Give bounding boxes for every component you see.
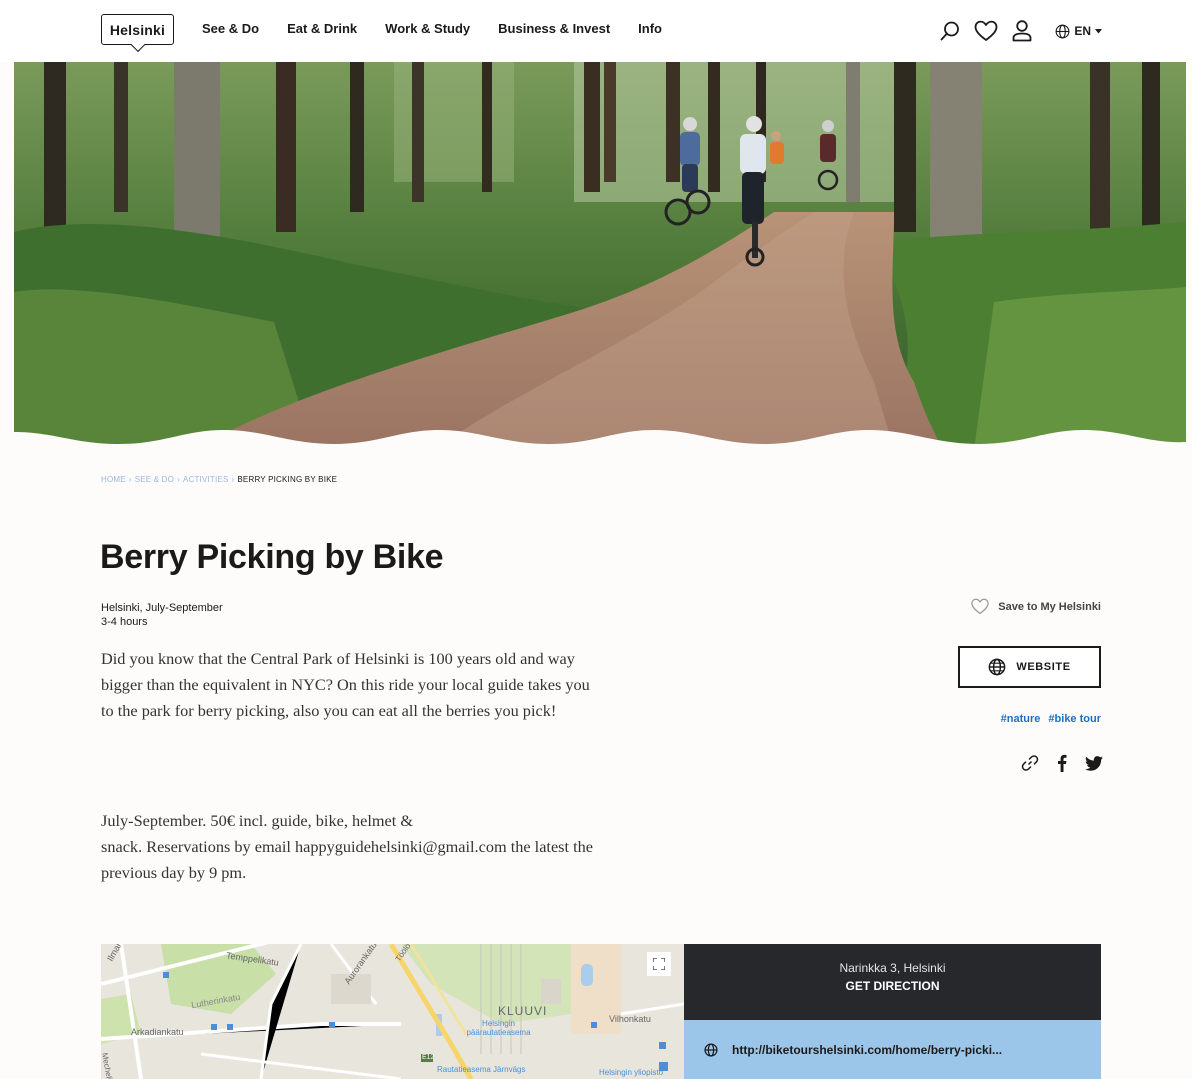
map-label-vilhonkatu: Vilhonkatu [609,1014,651,1024]
caret-down-icon [1095,28,1102,33]
globe-icon [1055,24,1070,38]
nav-business-invest[interactable]: Business & Invest [498,21,610,36]
header-actions: EN [927,18,1102,44]
event-details-line1: July-September. 50€ incl. guide, bike, h… [101,811,413,830]
nav-info[interactable]: Info [638,21,662,36]
breadcrumb-current: BERRY PICKING BY BIKE [237,475,338,484]
heart-icon[interactable] [973,18,999,44]
map-label-jarnvags: Rautatieasema Järnvägs [437,1065,526,1074]
location-map[interactable]: Ilmarinkatu Temppelikatu Lutherinkatu Ar… [101,944,684,1079]
globe-icon [988,658,1006,676]
map-label-station: Helsingin päärautatieasema [466,1019,531,1037]
main-nav: See & Do Eat & Drink Work & Study Busine… [202,21,690,36]
helsinki-logo[interactable]: Helsinki [101,14,174,45]
language-selector[interactable]: EN [1055,24,1102,39]
page-title: Berry Picking by Bike [100,538,444,576]
breadcrumb-activities[interactable]: ACTIVITIES [183,475,229,484]
website-label: WEBSITE [1016,661,1071,673]
event-details-line2: snack. Reservations by email happyguideh… [101,837,594,882]
event-details: July-September. 50€ incl. guide, bike, h… [101,808,601,886]
event-description: Did you know that the Central Park of He… [101,649,590,720]
heart-icon [971,598,990,615]
get-direction-link[interactable]: GET DIRECTION [684,979,1101,993]
map-label-kluuvi: KLUUVI [498,1004,548,1018]
website-button[interactable]: WEBSITE [958,646,1101,688]
event-meta: Helsinki, July-September 3-4 hours [101,601,223,629]
globe-icon [704,1042,718,1057]
breadcrumb-see-do[interactable]: SEE & DO [135,475,174,484]
facebook-icon[interactable] [1057,754,1067,772]
website-url-row[interactable]: http://biketourshelsinki.com/home/berry-… [684,1020,1101,1079]
direction-box: Narinkka 3, Helsinki GET DIRECTION [684,944,1101,1020]
hero-image [14,62,1186,450]
event-location-dates: Helsinki, July-September [101,602,223,614]
share-bar [1021,754,1103,772]
fullscreen-icon[interactable] [647,952,671,976]
website-url[interactable]: http://biketourshelsinki.com/home/berry-… [732,1043,1002,1057]
save-label: Save to My Helsinki [998,600,1101,613]
language-label: EN [1074,24,1091,38]
nav-work-study[interactable]: Work & Study [385,21,470,36]
map-label-yliopisto: Helsingin yliopisto [599,1068,664,1077]
tag-nature[interactable]: #nature [1001,713,1041,725]
nav-see-do[interactable]: See & Do [202,21,259,36]
nav-eat-drink[interactable]: Eat & Drink [287,21,357,36]
tag-bike-tour[interactable]: #bike tour [1048,713,1101,725]
save-to-my-helsinki-button[interactable]: Save to My Helsinki [970,598,1101,615]
user-icon[interactable] [1009,18,1035,44]
address-text: Narinkka 3, Helsinki [839,961,946,975]
tag-list: #nature #bike tour [1001,713,1101,725]
twitter-icon[interactable] [1085,755,1103,771]
link-icon[interactable] [1021,754,1039,772]
breadcrumb-home[interactable]: HOME [101,475,126,484]
search-icon[interactable] [937,18,963,44]
breadcrumb: HOME › SEE & DO › ACTIVITIES › BERRY PICKING B… [101,475,338,484]
site-header: Helsinki See & Do Eat & Drink Work & Stu… [0,0,1192,62]
map-label-arkadiankatu: Arkadiankatu [131,1027,184,1037]
map-label-e12: E12 [422,1054,435,1061]
event-duration: 3-4 hours [101,616,148,628]
